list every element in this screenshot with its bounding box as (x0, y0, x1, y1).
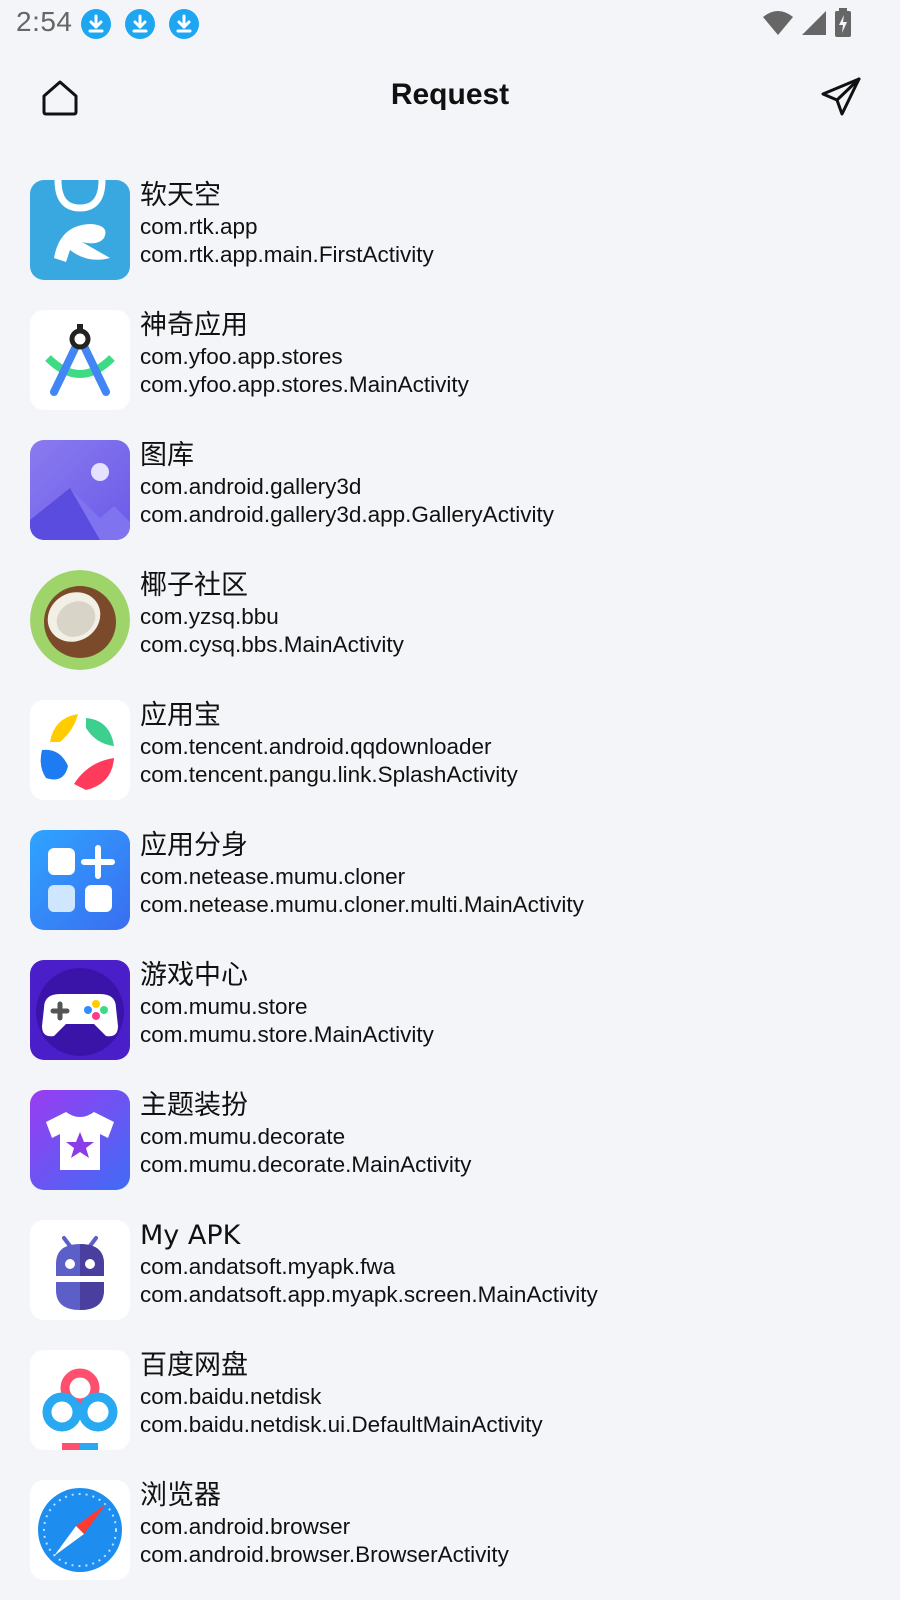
send-icon[interactable] (820, 76, 862, 118)
notification-icons (80, 8, 212, 40)
list-item[interactable]: 应用分身 com.netease.mumu.cloner com.netease… (0, 820, 900, 950)
app-activity: com.tencent.pangu.link.SplashActivity (140, 762, 518, 787)
app-package: com.mumu.store (140, 994, 308, 1019)
app-package: com.yzsq.bbu (140, 604, 279, 629)
app-name: 应用宝 (140, 700, 221, 731)
app-package: com.mumu.decorate (140, 1124, 346, 1149)
yingyongbao-icon (30, 700, 130, 800)
app-bar: Request (0, 60, 900, 140)
download-icon (125, 9, 155, 39)
system-icons (756, 8, 852, 38)
list-item[interactable]: 神奇应用 com.yfoo.app.stores com.yfoo.app.st… (0, 300, 900, 430)
app-activity: com.baidu.netdisk.ui.DefaultMainActivity (140, 1412, 543, 1437)
app-package: com.rtk.app (140, 214, 258, 239)
list-item[interactable]: 椰子社区 com.yzsq.bbu com.cysq.bbs.MainActiv… (0, 560, 900, 690)
list-item[interactable]: 软天空 com.rtk.app com.rtk.app.main.FirstAc… (0, 170, 900, 300)
app-package: com.baidu.netdisk (140, 1384, 322, 1409)
app-activity: com.android.gallery3d.app.GalleryActivit… (140, 502, 554, 527)
app-name: 浏览器 (140, 1480, 221, 1511)
app-cloner-icon (30, 830, 130, 930)
coconut-icon (30, 570, 130, 670)
list-item[interactable]: 百度网盘 com.baidu.netdisk com.baidu.netdisk… (0, 1340, 900, 1470)
list-item[interactable]: 浏览器 com.android.browser com.android.brow… (0, 1470, 900, 1600)
rtk-app-icon (30, 180, 130, 280)
app-name: 神奇应用 (140, 310, 248, 341)
app-name: 百度网盘 (140, 1350, 248, 1381)
app-activity: com.netease.mumu.cloner.multi.MainActivi… (140, 892, 584, 917)
app-name: 椰子社区 (140, 570, 248, 601)
app-activity: com.cysq.bbs.MainActivity (140, 632, 404, 657)
app-name: 主题装扮 (140, 1090, 248, 1121)
app-package: com.tencent.android.qqdownloader (140, 734, 492, 759)
app-activity: com.andatsoft.app.myapk.screen.MainActiv… (140, 1282, 598, 1307)
page-title: Request (390, 78, 510, 111)
status-bar: 2:54 (0, 0, 900, 48)
list-item[interactable]: 主题装扮 com.mumu.decorate com.mumu.decorate… (0, 1080, 900, 1210)
game-center-icon (30, 960, 130, 1060)
app-name: 应用分身 (140, 830, 248, 861)
app-activity: com.mumu.store.MainActivity (140, 1022, 434, 1047)
app-package: com.yfoo.app.stores (140, 344, 343, 369)
app-activity: com.yfoo.app.stores.MainActivity (140, 372, 469, 397)
compass-browser-icon (30, 1480, 130, 1580)
app-name: 图库 (140, 440, 194, 471)
download-icon (81, 9, 111, 39)
app-name: 软天空 (140, 180, 221, 211)
app-activity: com.rtk.app.main.FirstActivity (140, 242, 434, 267)
status-time: 2:54 (16, 6, 73, 37)
app-package: com.andatsoft.myapk.fwa (140, 1254, 396, 1279)
app-package: com.netease.mumu.cloner (140, 864, 406, 889)
app-list: 软天空 com.rtk.app com.rtk.app.main.FirstAc… (0, 170, 900, 1600)
app-name: 游戏中心 (140, 960, 248, 991)
app-name: My APK (140, 1220, 241, 1251)
app-activity: com.android.browser.BrowserActivity (140, 1542, 509, 1567)
app-package: com.android.gallery3d (140, 474, 362, 499)
myapk-robot-icon (30, 1220, 130, 1320)
signal-icon (802, 11, 826, 35)
baidu-netdisk-icon (30, 1350, 130, 1450)
list-item[interactable]: My APK com.andatsoft.myapk.fwa com.andat… (0, 1210, 900, 1340)
list-item[interactable]: 图库 com.android.gallery3d com.android.gal… (0, 430, 900, 560)
app-activity: com.mumu.decorate.MainActivity (140, 1152, 472, 1177)
download-icon (169, 9, 199, 39)
list-item[interactable]: 应用宝 com.tencent.android.qqdownloader com… (0, 690, 900, 820)
battery-charging-icon (835, 8, 851, 37)
theme-tshirt-icon (30, 1090, 130, 1190)
app-package: com.android.browser (140, 1514, 351, 1539)
list-item[interactable]: 游戏中心 com.mumu.store com.mumu.store.MainA… (0, 950, 900, 1080)
yfoo-app-icon (30, 310, 130, 410)
gallery-icon (30, 440, 130, 540)
wifi-icon (763, 11, 793, 35)
